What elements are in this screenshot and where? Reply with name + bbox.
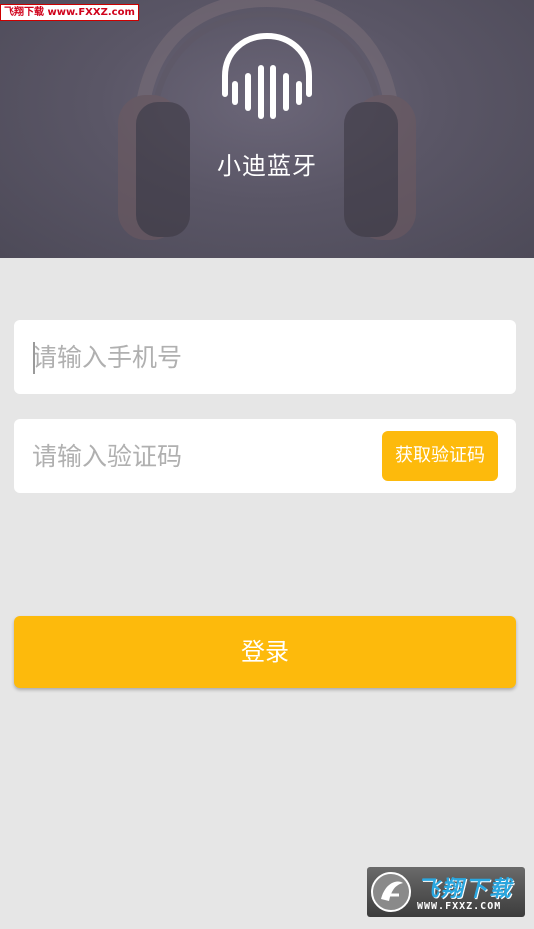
watermark-brand-name: 飞翔下载 <box>417 877 514 902</box>
phone-field-container <box>14 320 516 394</box>
text-caret <box>33 342 35 374</box>
code-field-container: 获取验证码 <box>14 419 516 493</box>
sound-wave-headphone-icon <box>222 32 312 119</box>
header-banner: 飞翔下载 www.FXXZ.com 小迪蓝牙 <box>0 0 534 258</box>
watermark-url: WWW.FXXZ.COM <box>417 901 502 912</box>
verification-code-input[interactable] <box>32 419 372 493</box>
phone-input[interactable] <box>32 320 502 394</box>
app-title: 小迪蓝牙 <box>217 152 317 180</box>
watermark-bottom: 飞翔下载 WWW.FXXZ.COM <box>367 867 525 917</box>
login-button[interactable]: 登录 <box>14 616 516 688</box>
fxxz-logo-icon <box>371 872 411 912</box>
watermark-top: 飞翔下载 www.FXXZ.com <box>0 4 139 21</box>
get-code-button[interactable]: 获取验证码 <box>382 431 498 481</box>
login-screen: 飞翔下载 www.FXXZ.com 小迪蓝牙 获取验证码 登录 飞翔下载 WWW… <box>0 0 534 929</box>
